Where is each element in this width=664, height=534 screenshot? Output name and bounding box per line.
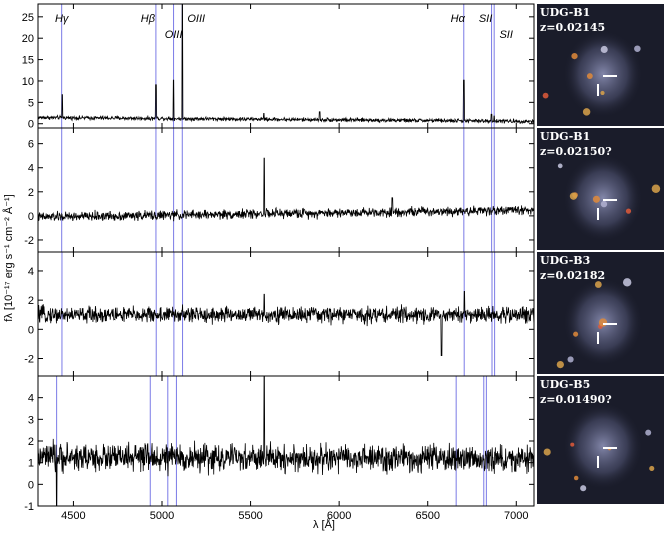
y-tick-label: 2: [28, 295, 34, 307]
star-dot: [582, 108, 591, 116]
galaxy-glow: [563, 30, 643, 118]
star-dot: [556, 360, 564, 369]
star-dot: [573, 475, 579, 481]
y-tick-label: 4: [28, 393, 34, 405]
galaxy-name-label: UDG-B5: [540, 378, 590, 391]
star-dot: [625, 208, 632, 214]
spectra-panels: 0 5 10 15 20 25 -2 0 2 4 6 -2 0 2 4 -1 0 1 2 3 4 4500 5000 5500…: [22, 3, 535, 522]
star-dot: [573, 331, 579, 337]
spectrum-line: [38, 290, 534, 356]
y-tick-label: 15: [22, 55, 34, 67]
panel-frame: [37, 127, 535, 253]
y-tick-label: -2: [24, 353, 34, 365]
y-tick-label: 0: [28, 119, 34, 131]
y-tick-label: 0: [28, 479, 34, 491]
y-tick-label: 20: [22, 33, 34, 45]
star-dot: [570, 442, 575, 447]
y-axis-label: fλ [10⁻¹⁷ erg s⁻¹ cm⁻² Å⁻¹]: [2, 194, 15, 321]
galaxy-image-1: UDG-B1 z=0.02145: [537, 4, 664, 126]
star-dot: [557, 163, 563, 169]
galaxy-image-4: UDG-B5 z=0.01490?: [537, 376, 664, 504]
star-dot: [645, 429, 652, 436]
star-dot: [543, 448, 551, 456]
star-dot: [592, 195, 600, 203]
emission-line-label: Hβ: [141, 13, 156, 25]
galaxy-image-3: UDG-B3 z=0.02182: [537, 252, 664, 374]
emission-line-label: Hγ: [55, 13, 70, 25]
star-dot: [594, 281, 602, 288]
star-dot: [598, 318, 608, 327]
star-dot: [586, 73, 593, 79]
y-tick-label: -1: [24, 501, 34, 513]
panel-frame: [37, 375, 535, 507]
star-dot: [600, 45, 608, 53]
star-dot: [649, 465, 655, 472]
galaxy-redshift-label: z=0.01490?: [540, 393, 612, 406]
x-tick-label: 7000: [504, 510, 528, 522]
y-tick-label: 6: [28, 139, 34, 151]
emission-line-label: SII: [479, 13, 492, 25]
emission-line-label: OIII: [165, 29, 183, 41]
star-dot: [600, 90, 605, 96]
star-dot: [634, 45, 641, 52]
star-dot: [569, 192, 578, 200]
star-dot: [571, 52, 578, 60]
star-dot: [580, 485, 587, 492]
x-tick-label: 5000: [150, 510, 174, 522]
star-dot: [622, 278, 632, 287]
x-tick-label: 5500: [238, 510, 262, 522]
y-tick-label: 5: [28, 97, 34, 109]
star-dot: [567, 356, 574, 363]
emission-line-label: SII: [499, 29, 512, 41]
x-axis-label: λ [Å]: [313, 518, 335, 531]
y-tick-label: 1: [28, 458, 34, 470]
spectrum-panel-4: -1 0 1 2 3 4: [24, 375, 535, 513]
galaxy-redshift-label: z=0.02145: [540, 21, 605, 34]
galaxy-image-2: UDG-B1 z=0.02150?: [537, 128, 664, 250]
y-tick-label: 25: [22, 12, 34, 24]
galaxy-redshift-label: z=0.02182: [540, 269, 605, 282]
y-tick-label: 2: [28, 436, 34, 448]
galaxy-name-label: UDG-B1: [540, 130, 590, 143]
y-tick-label: 10: [22, 76, 34, 88]
x-tick-label: 6500: [415, 510, 439, 522]
x-tick-label: 4500: [61, 510, 85, 522]
y-tick-label: 0: [28, 324, 34, 336]
spectrum-line: [38, 157, 534, 222]
star-dot: [542, 92, 549, 99]
y-tick-label: 4: [28, 266, 34, 278]
emission-line-label: OIII: [187, 13, 205, 25]
spectra-figure: 0 5 10 15 20 25 -2 0 2 4 6 -2 0 2 4 -1 0 1 2 3 4 4500 5000 5500…: [2, 3, 664, 531]
y-tick-label: 3: [28, 414, 34, 426]
galaxy-redshift-label: z=0.02150?: [540, 145, 612, 158]
y-tick-label: 0: [28, 211, 34, 223]
star-dot: [651, 184, 661, 193]
star-dot: [600, 200, 608, 208]
galaxy-name-label: UDG-B1: [540, 6, 590, 19]
spectrum-panel-2: -2 0 2 4 6: [24, 127, 535, 253]
y-tick-label: -2: [24, 235, 34, 247]
y-tick-label: 4: [28, 163, 34, 175]
spectrum-panel-3: -2 0 2 4: [24, 251, 535, 377]
y-tick-label: 2: [28, 187, 34, 199]
emission-line-label: Hα: [451, 13, 466, 25]
galaxy-name-label: UDG-B3: [540, 254, 590, 267]
galaxy-thumbnails: UDG-B1 z=0.02145 UDG-B1 z=0.02150? UDG-B3 z=0…: [537, 4, 664, 504]
spectrum-line: [38, 376, 534, 506]
